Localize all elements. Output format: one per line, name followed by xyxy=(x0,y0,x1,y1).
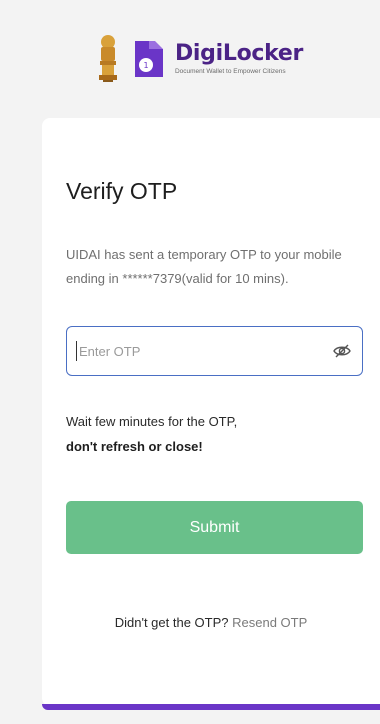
national-emblem-icon xyxy=(98,35,117,82)
logo-group: 1 DigiLocker Document Wallet to Empower … xyxy=(97,34,303,84)
otp-page: 1 DigiLocker Document Wallet to Empower … xyxy=(0,0,380,724)
resend-row: Didn't get the OTP? Resend OTP xyxy=(42,615,380,630)
resend-prompt: Didn't get the OTP? xyxy=(114,615,233,630)
otp-field[interactable] xyxy=(66,326,363,376)
otp-description: UIDAI has sent a temporary OTP to your m… xyxy=(66,247,342,286)
digilocker-logo-icon: 1 xyxy=(134,41,163,77)
verify-otp-card: Verify OTP UIDAI has sent a temporary OT… xyxy=(42,118,380,706)
header: 1 DigiLocker Document Wallet to Empower … xyxy=(0,0,380,118)
brand-subtitle: Document Wallet to Empower Citizens xyxy=(174,67,286,75)
eye-off-icon[interactable] xyxy=(332,341,352,361)
page-title: Verify OTP xyxy=(66,178,178,204)
resend-otp-link[interactable]: Resend OTP xyxy=(232,615,307,630)
wait-message: Wait few minutes for the OTP, xyxy=(66,414,238,429)
card-accent-bar xyxy=(42,704,380,710)
otp-input[interactable] xyxy=(77,327,321,375)
brand-title: DigiLocker xyxy=(174,40,304,66)
warning-message: don't refresh or close! xyxy=(66,439,203,454)
brand-text: DigiLocker Document Wallet to Empower Ci… xyxy=(174,40,304,76)
brand: 1 DigiLocker Document Wallet to Empower … xyxy=(129,37,303,81)
svg-text:1: 1 xyxy=(143,61,148,70)
submit-button[interactable]: Submit xyxy=(66,501,363,554)
